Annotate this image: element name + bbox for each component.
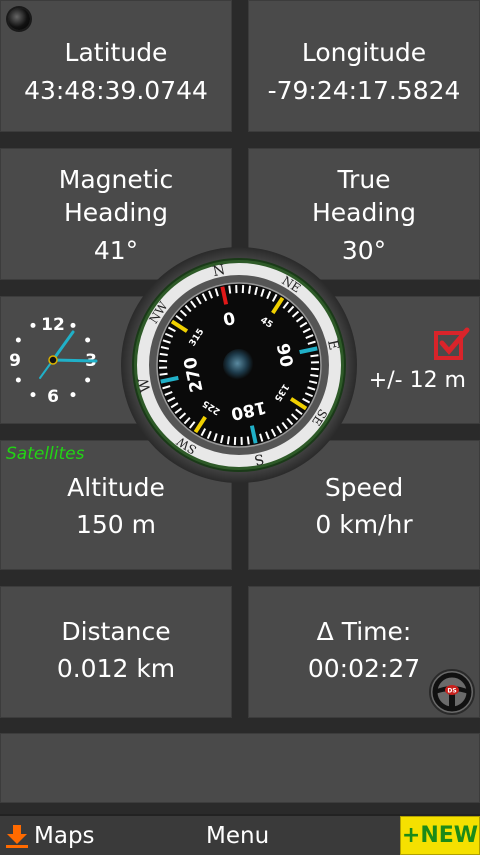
- speed-value: 0 km/hr: [248, 508, 480, 542]
- clock-hour-dot: [85, 338, 90, 343]
- clock-numeral-9: 9: [9, 351, 21, 371]
- download-icon: [4, 823, 30, 849]
- clock-numeral-12: 12: [41, 315, 65, 335]
- clock-hour-dot: [16, 378, 21, 383]
- true-heading-label-1: True: [248, 163, 480, 197]
- clock-numeral-6: 6: [47, 387, 59, 407]
- compass-dial[interactable]: NNEESESSWWNW 04590135180225270315: [120, 246, 358, 484]
- clock-hour-dot: [71, 392, 76, 397]
- latitude-value: 43:48:39.0744: [0, 74, 232, 108]
- latitude-label: Latitude: [0, 36, 232, 70]
- satellites-label[interactable]: Satellites: [6, 444, 84, 464]
- compass-tick: [249, 286, 250, 294]
- distance-value: 0.012 km: [0, 652, 232, 686]
- compass-tick: [160, 354, 168, 355]
- clock-hour-dot: [31, 323, 36, 328]
- distance-panel[interactable]: Distance 0.012 km: [0, 586, 232, 718]
- steering-wheel-icon[interactable]: DS: [428, 668, 476, 716]
- bottom-bar: Maps Menu +NEW: [0, 814, 480, 855]
- checkbox-checked-icon[interactable]: [434, 327, 470, 361]
- magnetic-heading-label-2: Heading: [0, 196, 232, 230]
- clock-hour-dot: [16, 338, 21, 343]
- clock-hour-dot: [71, 323, 76, 328]
- compass-tick: [228, 436, 229, 444]
- clock-hour-dot: [85, 378, 90, 383]
- compass-tick: [310, 375, 318, 376]
- clock-hour-dot: [31, 392, 36, 397]
- clock-icon: 12 3 6 9: [0, 308, 110, 408]
- compass-tick: [248, 436, 249, 444]
- compass-tick: [229, 286, 230, 294]
- compass-tick: [160, 374, 168, 375]
- latitude-panel[interactable]: Latitude 43:48:39.0744: [0, 0, 232, 132]
- maps-button[interactable]: Maps: [4, 816, 95, 855]
- true-heading-label-2: Heading: [248, 196, 480, 230]
- magnetic-heading-label-1: Magnetic: [0, 163, 232, 197]
- info-strip: [0, 733, 480, 803]
- distance-label: Distance: [0, 615, 232, 649]
- menu-button[interactable]: Menu: [206, 816, 269, 855]
- delta-time-label: Δ Time:: [248, 615, 480, 649]
- maps-label: Maps: [34, 823, 95, 849]
- steering-badge-text: DS: [447, 688, 456, 695]
- new-button[interactable]: +NEW: [400, 816, 480, 855]
- longitude-panel[interactable]: Longitude -79:24:17.5824: [248, 0, 480, 132]
- longitude-value: -79:24:17.5824: [248, 74, 480, 108]
- compass-tick: [310, 355, 318, 356]
- accuracy-value: +/- 12 m: [369, 366, 466, 396]
- altitude-value: 150 m: [0, 508, 232, 542]
- gps-status-icon: [8, 8, 30, 30]
- longitude-label: Longitude: [248, 36, 480, 70]
